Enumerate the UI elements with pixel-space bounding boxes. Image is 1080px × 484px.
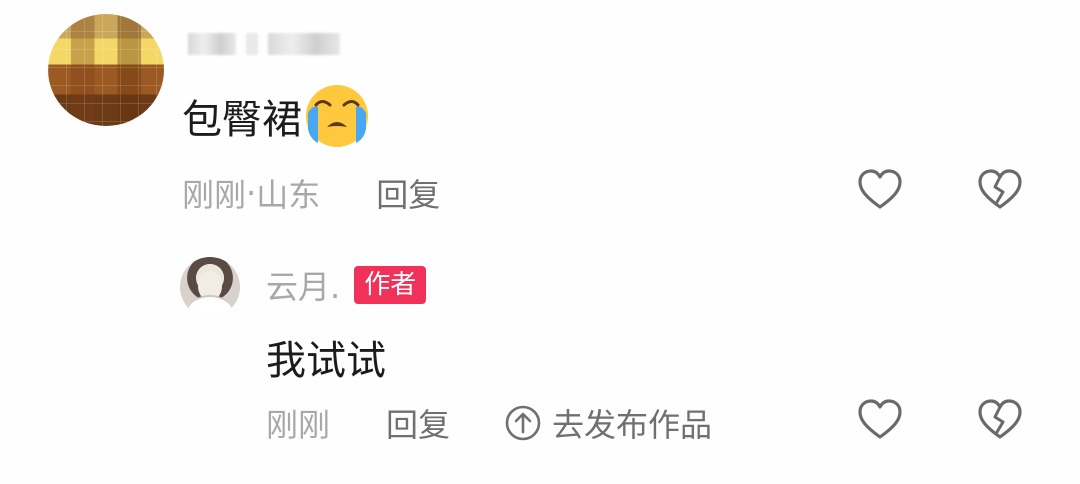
publish-work-link[interactable]: 去发布作品 — [504, 400, 712, 446]
arrow-up-circle-icon — [505, 405, 541, 441]
avatar[interactable] — [48, 14, 164, 126]
avatar-mosaic — [48, 14, 164, 126]
heart-icon[interactable] — [856, 166, 904, 214]
reply-meta: 刚刚 回复 去发布作品 — [266, 400, 712, 446]
blurred-text-block — [246, 33, 258, 55]
comment-location: 山东 — [256, 176, 321, 214]
comment-thread: 包臀裙 刚刚 · 山东 回复 云月. 作者 我试试 刚刚 回复 去发布作品 — [0, 0, 1080, 484]
avatar-body — [188, 295, 232, 317]
comment-text: 包臀裙 — [182, 85, 370, 147]
avatar[interactable] — [180, 257, 240, 317]
blurred-text-block — [188, 33, 236, 55]
reply-author-row: 云月. 作者 — [266, 262, 427, 308]
reply-button[interactable]: 回复 — [386, 400, 450, 446]
username-blurred[interactable] — [188, 30, 358, 58]
heart-icon[interactable] — [856, 396, 904, 444]
meta-separator: · — [246, 174, 257, 212]
reply-time: 刚刚 — [266, 406, 331, 444]
comment-time: 刚刚 — [182, 176, 247, 214]
broken-heart-icon[interactable] — [976, 396, 1024, 444]
comment-body: 包臀裙 — [182, 97, 302, 143]
publish-work-label: 去发布作品 — [552, 406, 713, 444]
loudly-crying-face-emoji — [306, 85, 368, 147]
reply-button[interactable]: 回复 — [376, 170, 440, 216]
reply-author-name[interactable]: 云月. — [266, 262, 340, 308]
author-badge: 作者 — [354, 266, 427, 304]
broken-heart-icon[interactable] — [976, 166, 1024, 214]
blurred-text-block — [268, 33, 340, 55]
reply-text: 我试试 — [266, 338, 386, 384]
comment-meta: 刚刚 · 山东 回复 — [182, 170, 440, 216]
